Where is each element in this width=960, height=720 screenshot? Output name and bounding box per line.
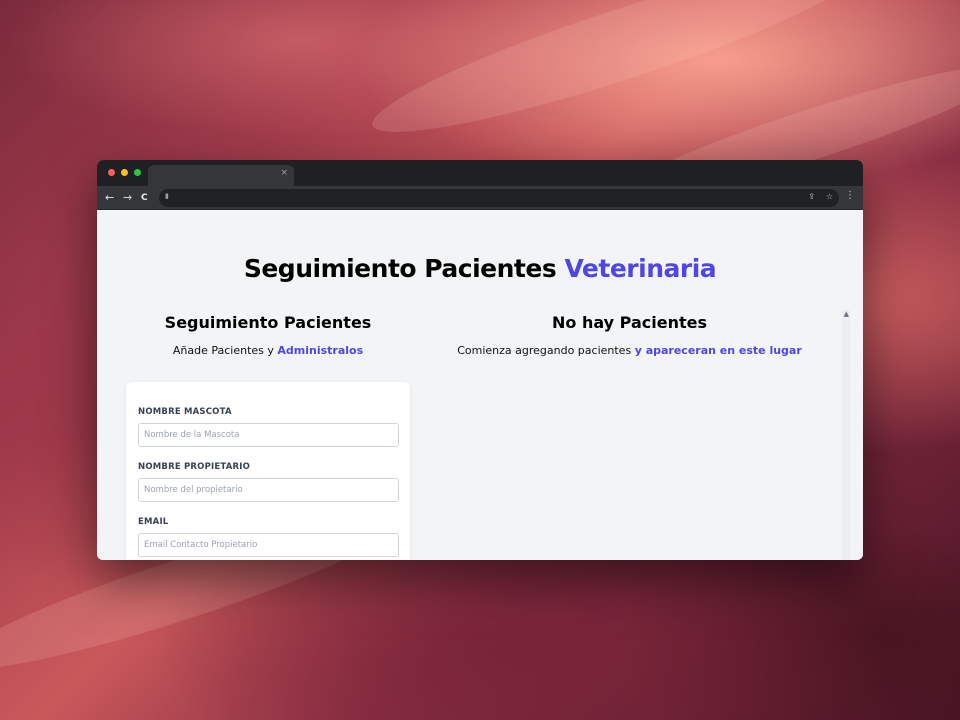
window-controls xyxy=(108,169,141,176)
scroll-up-icon[interactable]: ▲ xyxy=(844,310,849,318)
form-section-subtitle: Añade Pacientes y Administralos xyxy=(126,344,410,357)
form-section-title: Seguimiento Pacientes xyxy=(164,313,372,332)
bookmark-star-icon[interactable]: ☆ xyxy=(826,192,833,201)
browser-titlebar: × xyxy=(97,160,863,186)
minimize-window-button[interactable] xyxy=(121,169,128,176)
list-section-title: No hay Pacientes xyxy=(552,313,707,332)
page-title: Seguimiento Pacientes Veterinaria xyxy=(97,254,863,283)
page-title-main: Seguimiento Pacientes xyxy=(243,254,557,283)
forward-icon[interactable]: → xyxy=(123,190,132,206)
pet-name-input[interactable] xyxy=(138,423,399,447)
close-tab-icon[interactable]: × xyxy=(280,168,288,178)
owner-name-label: NOMBRE PROPIETARIO xyxy=(138,462,251,472)
pet-name-label: NOMBRE MASCOTA xyxy=(138,407,232,417)
list-subtitle-accent: y apareceran en este lugar xyxy=(634,344,802,357)
list-subtitle-text: Comienza agregando pacientes xyxy=(457,344,632,357)
email-label: EMAIL xyxy=(138,517,169,527)
page-viewport: Seguimiento Pacientes Veterinaria Seguim… xyxy=(97,210,863,560)
patient-form: NOMBRE MASCOTA NOMBRE PROPIETARIO EMAIL xyxy=(126,382,410,560)
share-icon[interactable]: ⇪ xyxy=(808,192,815,201)
close-window-button[interactable] xyxy=(108,169,115,176)
address-bar[interactable]: ▮ ⇪ ☆ xyxy=(159,189,839,207)
back-icon[interactable]: ← xyxy=(105,190,114,206)
browser-tab[interactable]: × xyxy=(148,165,294,186)
list-section-subtitle: Comienza agregando pacientes y aparecera… xyxy=(427,344,832,357)
reload-icon[interactable]: C xyxy=(141,190,148,206)
maximize-window-button[interactable] xyxy=(134,169,141,176)
page-title-accent: Veterinaria xyxy=(564,254,717,283)
browser-window: × ← → C ▮ ⇪ ☆ ⋮ Seguimiento Pacientes Ve… xyxy=(97,160,863,560)
owner-name-input[interactable] xyxy=(138,478,399,502)
browser-menu-icon[interactable]: ⋮ xyxy=(845,190,855,201)
browser-toolbar: ← → C ▮ ⇪ ☆ ⋮ xyxy=(97,186,863,210)
form-subtitle-accent: Administralos xyxy=(277,344,364,357)
form-subtitle-text: Añade Pacientes y xyxy=(172,344,274,357)
email-input[interactable] xyxy=(138,533,399,557)
page-scrollbar[interactable] xyxy=(842,310,850,560)
lock-icon: ▮ xyxy=(165,192,169,200)
